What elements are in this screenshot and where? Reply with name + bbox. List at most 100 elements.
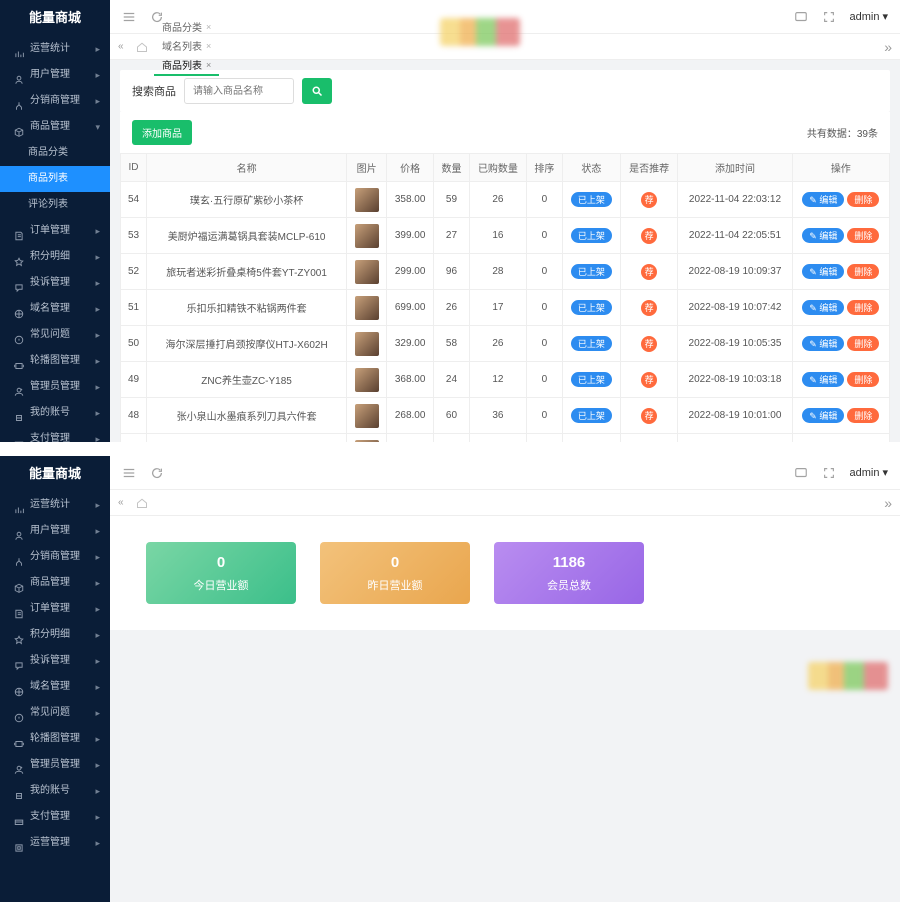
edit-button[interactable]: ✎ 编辑 <box>802 408 844 423</box>
add-product-button[interactable]: 添加商品 <box>132 120 192 145</box>
sidebar-item-6[interactable]: 投诉管理▸ <box>0 648 110 674</box>
fullscreen-icon[interactable] <box>822 466 836 480</box>
sidebar-item-10[interactable]: 域名管理▸ <box>0 296 110 322</box>
chevron-right-icon: ▸ <box>95 596 100 622</box>
delete-button[interactable]: 删除 <box>847 264 879 279</box>
recommend-badge: 荐 <box>641 264 657 280</box>
refresh-icon[interactable] <box>150 10 164 24</box>
close-icon[interactable]: × <box>206 22 211 32</box>
stat-label: 会员总数 <box>547 577 591 593</box>
stat-card-2: 1186会员总数 <box>494 542 644 604</box>
sidebar-item-8[interactable]: 积分明细▸ <box>0 244 110 270</box>
sidebar-item-label: 运营统计 <box>30 492 89 518</box>
edit-button[interactable]: ✎ 编辑 <box>802 264 844 279</box>
sidebar-item-4[interactable]: 商品分类 <box>0 140 110 166</box>
tabs-prev-icon[interactable]: « <box>118 497 130 509</box>
stat-card-1: 0昨日营业额 <box>320 542 470 604</box>
delete-button[interactable]: 删除 <box>847 336 879 351</box>
sidebar-item-4[interactable]: 订单管理▸ <box>0 596 110 622</box>
sidebar-item-11[interactable]: 我的账号▸ <box>0 778 110 804</box>
sidebar-item-10[interactable]: 管理员管理▸ <box>0 752 110 778</box>
sidebar-item-5[interactable]: 积分明细▸ <box>0 622 110 648</box>
ops-icon <box>14 838 24 848</box>
product-thumb <box>355 224 379 248</box>
close-icon[interactable]: × <box>206 41 211 51</box>
message-icon[interactable] <box>794 10 808 24</box>
delete-button[interactable]: 删除 <box>847 408 879 423</box>
sidebar-item-label: 订单管理 <box>30 218 89 244</box>
close-icon[interactable]: × <box>206 60 211 70</box>
sidebar-item-label: 商品分类 <box>28 140 100 166</box>
chevron-right-icon: ▸ <box>95 62 100 88</box>
home-icon[interactable] <box>136 41 148 53</box>
delete-button[interactable]: 删除 <box>847 228 879 243</box>
sidebar-item-1[interactable]: 用户管理▸ <box>0 62 110 88</box>
sidebar-item-5[interactable]: 商品列表 <box>0 166 110 192</box>
sidebar-item-0[interactable]: 运营统计▸ <box>0 36 110 62</box>
edit-button[interactable]: ✎ 编辑 <box>802 372 844 387</box>
sidebar: 能量商城 运营统计▸用户管理▸分销商管理▸商品管理▾商品分类商品列表评论列表订单… <box>0 0 110 442</box>
sidebar-item-13[interactable]: 运营管理▸ <box>0 830 110 856</box>
sidebar-item-15[interactable]: 支付管理▸ <box>0 426 110 442</box>
tabs-next-icon[interactable]: » <box>884 495 892 511</box>
search-button[interactable] <box>302 78 332 104</box>
sidebar-item-3[interactable]: 商品管理▸ <box>0 570 110 596</box>
sidebar-item-9[interactable]: 投诉管理▸ <box>0 270 110 296</box>
sidebar-item-6[interactable]: 评论列表 <box>0 192 110 218</box>
sidebar-item-1[interactable]: 用户管理▸ <box>0 518 110 544</box>
chevron-right-icon: ▸ <box>95 700 100 726</box>
sidebar-item-7[interactable]: 域名管理▸ <box>0 674 110 700</box>
search-input[interactable] <box>184 78 294 104</box>
watermark-logo <box>440 18 520 46</box>
sidebar-item-8[interactable]: 常见问题▸ <box>0 700 110 726</box>
table-row: 52 旅玩者迷彩折叠桌椅5件套YT-ZY001 299.0096280 已上架 … <box>121 254 890 290</box>
sidebar-item-9[interactable]: 轮播图管理▸ <box>0 726 110 752</box>
tab-1[interactable]: 域名列表× <box>154 36 219 55</box>
home-icon[interactable] <box>136 497 148 509</box>
chevron-right-icon: ▸ <box>95 518 100 544</box>
fullscreen-icon[interactable] <box>822 10 836 24</box>
sidebar-item-7[interactable]: 订单管理▸ <box>0 218 110 244</box>
sidebar-item-label: 用户管理 <box>30 518 89 544</box>
sidebar-item-label: 轮播图管理 <box>30 726 89 752</box>
delete-button[interactable]: 删除 <box>847 300 879 315</box>
edit-button[interactable]: ✎ 编辑 <box>802 300 844 315</box>
delete-button[interactable]: 删除 <box>847 192 879 207</box>
sidebar-item-11[interactable]: 常见问题▸ <box>0 322 110 348</box>
sidebar-item-label: 用户管理 <box>30 62 89 88</box>
delete-button[interactable]: 删除 <box>847 372 879 387</box>
chevron-right-icon: ▸ <box>95 804 100 830</box>
sidebar-item-12[interactable]: 支付管理▸ <box>0 804 110 830</box>
sidebar-item-13[interactable]: 管理员管理▸ <box>0 374 110 400</box>
menu-toggle-icon[interactable] <box>122 10 136 24</box>
menu-toggle-icon[interactable] <box>122 466 136 480</box>
tabs-prev-icon[interactable]: « <box>118 41 130 53</box>
message-icon[interactable] <box>794 466 808 480</box>
edit-button[interactable]: ✎ 编辑 <box>802 228 844 243</box>
chart-icon <box>14 500 24 510</box>
user-menu[interactable]: admin▾ <box>850 10 889 23</box>
sidebar-item-2[interactable]: 分销商管理▸ <box>0 544 110 570</box>
stat-value: 0 <box>217 554 225 571</box>
sidebar-item-3[interactable]: 商品管理▾ <box>0 114 110 140</box>
refresh-icon[interactable] <box>150 466 164 480</box>
chevron-right-icon: ▸ <box>95 348 100 374</box>
table-row: 54 璞玄·五行原矿紫砂小茶杯 358.0059260 已上架 荐 2022-1… <box>121 182 890 218</box>
col-header: 名称 <box>147 154 347 182</box>
tab-2[interactable]: 商品列表× <box>154 55 219 76</box>
chevron-right-icon: ▸ <box>95 726 100 752</box>
sidebar-item-0[interactable]: 运营统计▸ <box>0 492 110 518</box>
sidebar-item-label: 轮播图管理 <box>30 348 89 374</box>
tabs-next-icon[interactable]: » <box>884 39 892 55</box>
dashboard-cards: 0今日营业额0昨日营业额1186会员总数 <box>110 516 900 630</box>
sidebar-item-14[interactable]: 我的账号▸ <box>0 400 110 426</box>
edit-button[interactable]: ✎ 编辑 <box>802 192 844 207</box>
sidebar-item-12[interactable]: 轮播图管理▸ <box>0 348 110 374</box>
sidebar-item-label: 常见问题 <box>30 700 89 726</box>
user-menu[interactable]: admin▾ <box>850 466 889 479</box>
domain-icon <box>14 304 24 314</box>
edit-button[interactable]: ✎ 编辑 <box>802 336 844 351</box>
sidebar: 能量商城 运营统计▸用户管理▸分销商管理▸商品管理▸订单管理▸积分明细▸投诉管理… <box>0 456 110 902</box>
sidebar-item-2[interactable]: 分销商管理▸ <box>0 88 110 114</box>
sidebar-item-label: 运营管理 <box>30 830 89 856</box>
